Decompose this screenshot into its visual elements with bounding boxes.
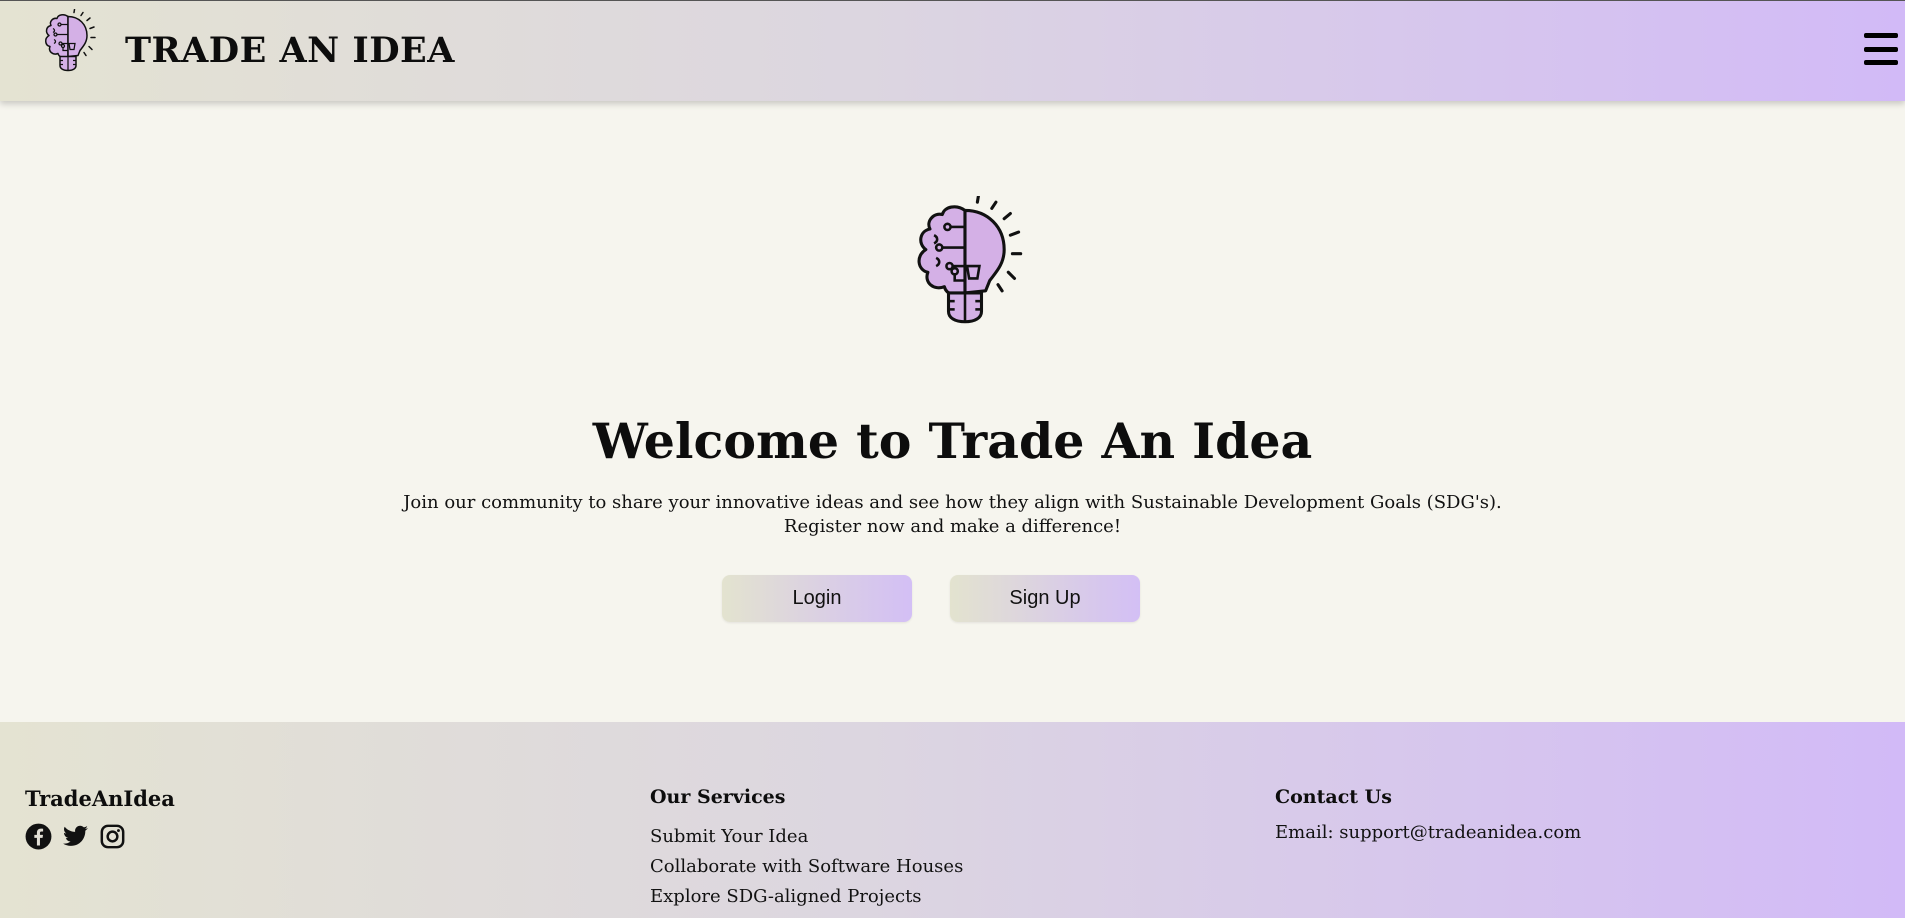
hamburger-bar	[1864, 33, 1898, 38]
facebook-icon[interactable]	[25, 823, 52, 850]
service-link-submit-idea[interactable]: Submit Your Idea	[650, 822, 963, 852]
contact-heading: Contact Us	[1275, 786, 1392, 808]
site-title[interactable]: TRADE AN IDEA	[125, 30, 455, 71]
hamburger-bar	[1864, 46, 1898, 52]
brain-lightbulb-icon[interactable]	[38, 9, 98, 75]
hero-text-line: Register now and make a difference!	[783, 516, 1122, 537]
social-links	[25, 823, 175, 850]
twitter-icon[interactable]	[62, 823, 89, 850]
instagram-icon[interactable]	[99, 823, 126, 850]
footer-services-column: Our Services Submit Your Idea Collaborat…	[650, 786, 963, 912]
brain-lightbulb-icon	[902, 196, 1028, 330]
hero-text-line: Join our community to share your innovat…	[403, 492, 1502, 513]
hero-description: Join our community to share your innovat…	[0, 491, 1905, 539]
login-button[interactable]: Login	[722, 575, 912, 622]
footer-brand-column: TradeAnIdea	[25, 786, 175, 850]
service-link-collaborate[interactable]: Collaborate with Software Houses	[650, 852, 963, 882]
hamburger-menu-icon[interactable]	[1864, 33, 1898, 65]
services-list: Submit Your Idea Collaborate with Softwa…	[650, 822, 963, 912]
contact-email[interactable]: Email: support@tradeanidea.com	[1275, 822, 1581, 843]
signup-button[interactable]: Sign Up	[950, 575, 1140, 622]
footer: TradeAnIdea Our Services Submit Your Ide…	[0, 722, 1905, 918]
top-navbar: TRADE AN IDEA	[0, 0, 1905, 101]
service-link-explore-projects[interactable]: Explore SDG-aligned Projects	[650, 882, 963, 912]
services-heading: Our Services	[650, 786, 786, 808]
footer-contact-column: Contact Us Email: support@tradeanidea.co…	[1275, 786, 1581, 843]
footer-brand: TradeAnIdea	[25, 786, 175, 811]
hamburger-bar	[1864, 60, 1898, 65]
hero-title: Welcome to Trade An Idea	[592, 412, 1313, 470]
